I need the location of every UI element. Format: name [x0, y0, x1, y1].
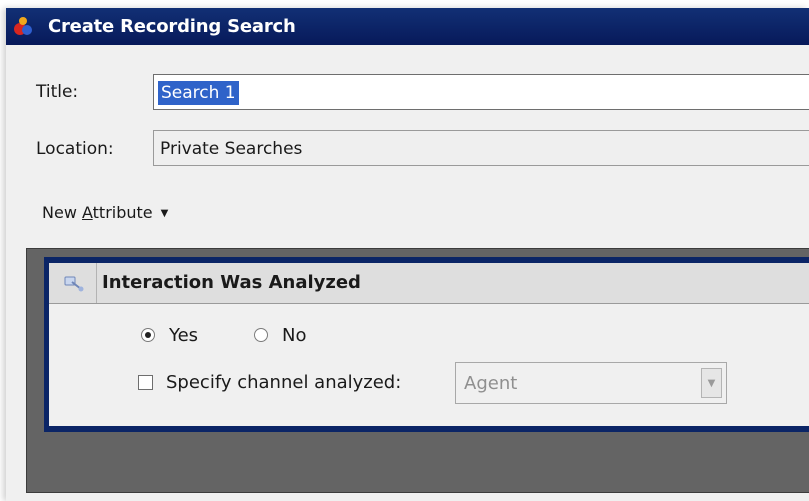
new-attribute-mnemonic: A	[81, 203, 93, 222]
new-attribute-button[interactable]: New Attribute ▼	[42, 203, 168, 222]
title-label: Title:	[36, 82, 79, 102]
recording-app-icon	[14, 17, 32, 35]
chevron-down-icon[interactable]: ▼	[701, 368, 722, 398]
location-field[interactable]: Private Searches	[153, 130, 809, 166]
attribute-card-title: Interaction Was Analyzed	[102, 272, 361, 293]
title-bar[interactable]: Create Recording Search	[6, 8, 809, 45]
attributes-panel: Interaction Was Analyzed Yes No Specify …	[26, 248, 809, 493]
specify-channel-label: Specify channel analyzed:	[166, 372, 402, 393]
radio-yes-label: Yes	[169, 325, 199, 346]
location-label: Location:	[36, 139, 114, 159]
attribute-icon	[64, 276, 84, 292]
attribute-card: Interaction Was Analyzed Yes No Specify …	[44, 257, 809, 432]
location-value: Private Searches	[160, 139, 303, 159]
attribute-card-header[interactable]: Interaction Was Analyzed	[49, 263, 809, 304]
channel-select-value: Agent	[464, 373, 518, 394]
title-input-value: Search 1	[158, 81, 239, 105]
channel-select[interactable]: Agent ▼	[455, 362, 727, 404]
radio-no-label: No	[282, 325, 307, 346]
title-input[interactable]: Search 1	[153, 74, 809, 110]
header-divider	[96, 263, 97, 303]
radio-yes-indicator	[141, 328, 155, 342]
specify-channel-checkbox-box	[138, 375, 153, 390]
window-title: Create Recording Search	[48, 16, 296, 37]
radio-no-indicator	[254, 328, 268, 342]
new-attribute-label-suffix: ttribute	[92, 203, 153, 222]
caret-down-icon: ▼	[160, 208, 169, 219]
new-attribute-label-prefix: New	[42, 203, 82, 222]
create-recording-search-window: Create Recording Search Title: Search 1 …	[6, 8, 809, 501]
attribute-card-body: Interaction Was Analyzed Yes No Specify …	[49, 263, 809, 426]
